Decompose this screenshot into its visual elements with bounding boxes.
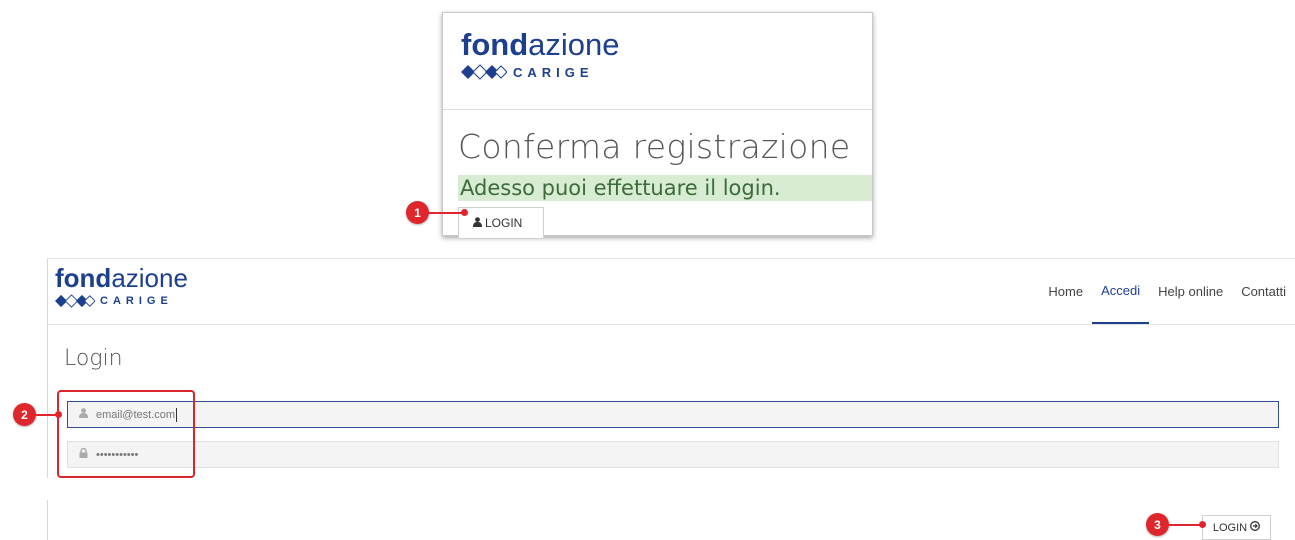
- card-login-label: LOGIN: [485, 216, 523, 230]
- diamonds-logo-icon: [55, 294, 95, 308]
- annotation-marker-3: 3: [1146, 513, 1169, 536]
- main-nav: Home Accedi Help online Contatti: [1039, 258, 1295, 324]
- frame-gap: [47, 478, 53, 500]
- arrow-circle-right-icon: [1250, 521, 1261, 534]
- nav-item-home[interactable]: Home: [1039, 258, 1092, 324]
- annotation-dot-1: [461, 209, 468, 216]
- submit-label: LOGIN: [1212, 521, 1248, 534]
- page-logo-wordmark: fondazione: [55, 263, 188, 293]
- nav-item-help-online[interactable]: Help online: [1149, 258, 1232, 324]
- confirm-title: Conferma registrazione: [458, 127, 851, 166]
- email-field[interactable]: email@test.com: [67, 401, 1279, 428]
- user-icon: [473, 216, 482, 230]
- annotation-highlight-box: [57, 390, 195, 478]
- header-divider: [48, 324, 1295, 325]
- login-submit-button[interactable]: LOGIN: [1202, 515, 1271, 540]
- page-logo-subtitle: CARIGE: [55, 294, 188, 308]
- annotation-dot-3: [1199, 521, 1206, 528]
- brand-logo: fondazione CARIGE: [461, 29, 620, 80]
- password-field[interactable]: •••••••••••: [67, 441, 1279, 468]
- card-login-button[interactable]: LOGIN: [458, 207, 544, 239]
- nav-item-accedi[interactable]: Accedi: [1092, 258, 1150, 324]
- card-divider: [443, 109, 872, 110]
- confirm-registration-card: fondazione CARIGE Conferma registrazione…: [442, 12, 873, 239]
- annotation-marker-1: 1: [406, 201, 429, 224]
- success-message: Adesso puoi effettuare il login.: [458, 175, 872, 201]
- nav-item-contatti[interactable]: Contatti: [1232, 258, 1295, 324]
- page-title: Login: [64, 346, 123, 371]
- logo-wordmark: fondazione: [461, 27, 620, 62]
- annotation-dot-2: [55, 411, 62, 418]
- annotation-marker-2: 2: [13, 403, 36, 426]
- annotation-line-1: [428, 212, 464, 214]
- diamonds-logo-icon: [461, 64, 507, 80]
- page-brand-logo[interactable]: fondazione CARIGE: [55, 265, 188, 308]
- logo-subtitle: CARIGE: [461, 64, 620, 80]
